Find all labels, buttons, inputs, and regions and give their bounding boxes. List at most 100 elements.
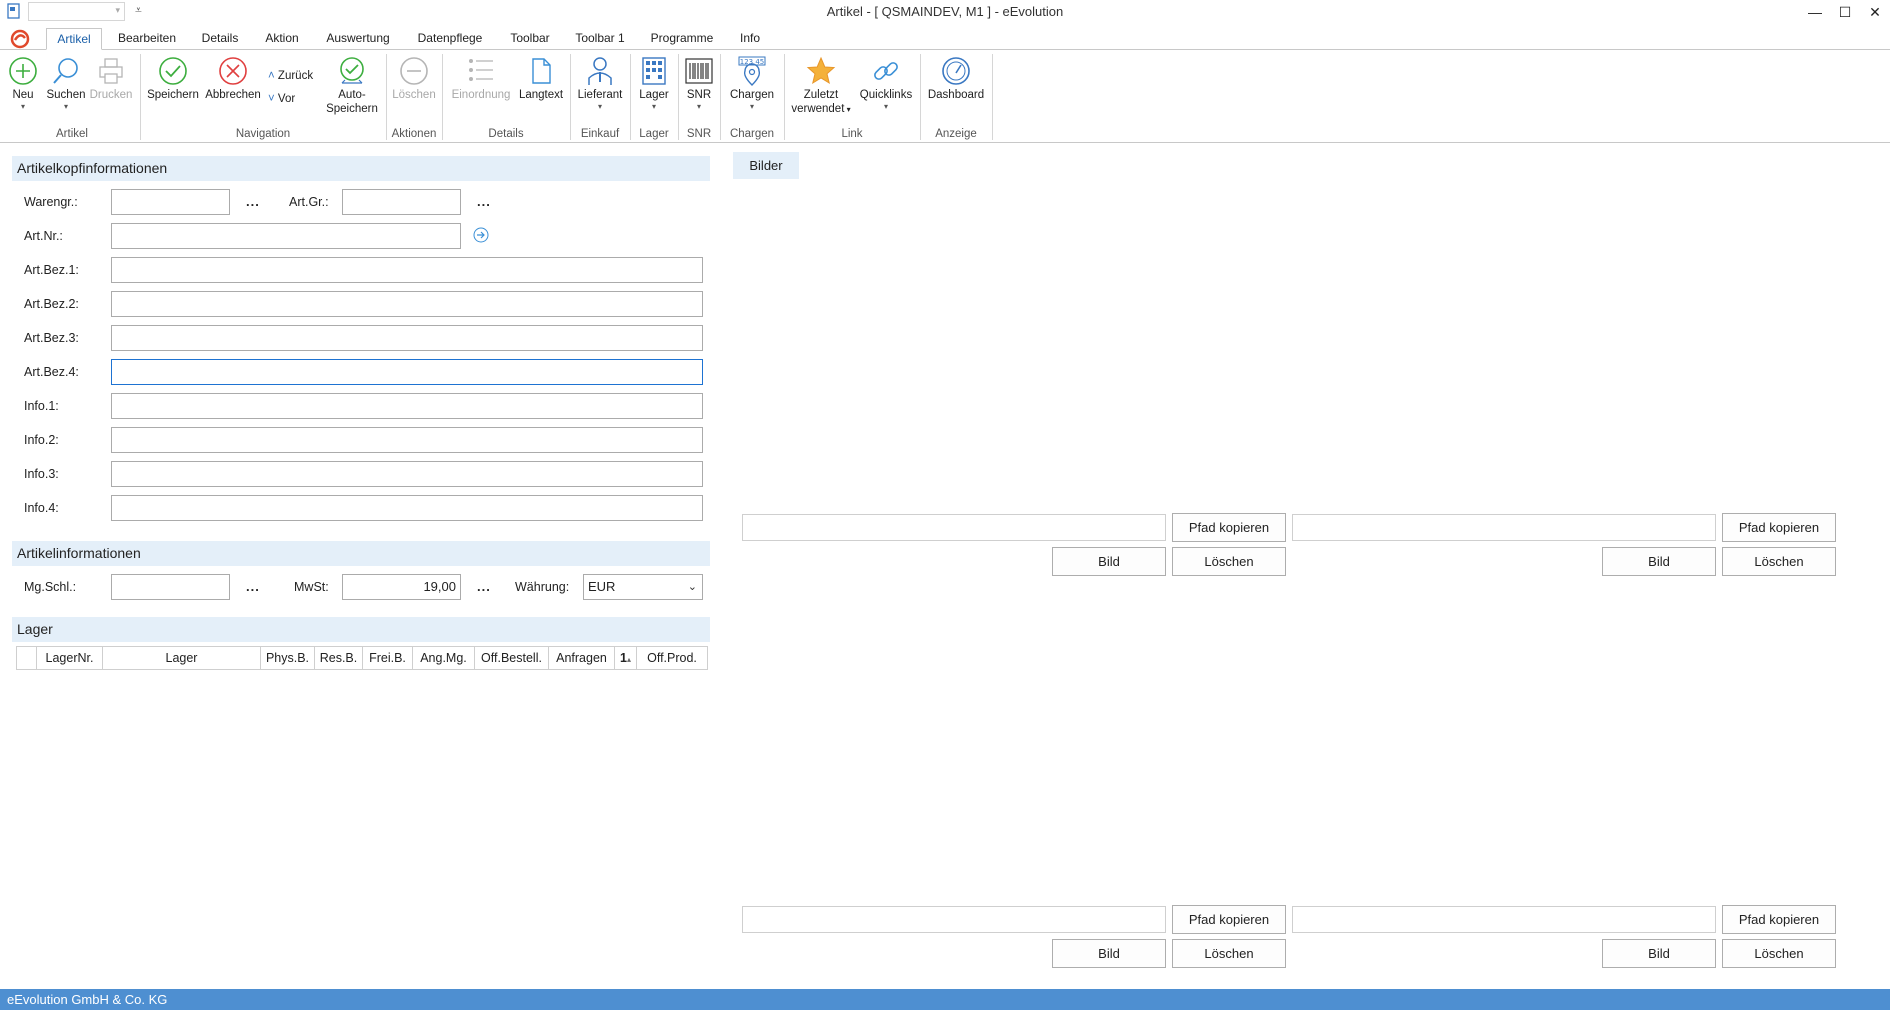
group-label-navigation: Navigation xyxy=(235,128,291,140)
vor-button[interactable]: ˅ Vor xyxy=(268,93,295,105)
image-path-field-2[interactable] xyxy=(1292,514,1716,541)
waehrung-select[interactable]: EUR ⌄ xyxy=(583,574,703,600)
loeschen-button-1[interactable]: Löschen xyxy=(1172,547,1286,576)
loeschen-ribbon-button[interactable]: Löschen xyxy=(390,56,438,102)
chargen-button[interactable]: 123 45 Chargen ▾ xyxy=(724,56,780,112)
warengr-browse-button[interactable]: ... xyxy=(246,194,260,209)
image-path-field-1[interactable] xyxy=(742,514,1166,541)
loeschen-button-3[interactable]: Löschen xyxy=(1172,939,1286,968)
speichern-button[interactable]: Speichern xyxy=(146,56,200,102)
mwst-browse-button[interactable]: ... xyxy=(477,579,491,594)
bez1-input[interactable] xyxy=(111,257,703,283)
column-header-resb[interactable]: Res.B. xyxy=(315,647,363,669)
label-bez4: Art.Bez.4: xyxy=(24,365,79,379)
pfad-kopieren-button-4[interactable]: Pfad kopieren xyxy=(1722,905,1836,934)
info2-input[interactable] xyxy=(111,427,703,453)
maximize-button[interactable]: ☐ xyxy=(1830,0,1860,24)
eevolution-logo-icon[interactable] xyxy=(10,29,30,49)
tab-bearbeiten[interactable]: Bearbeiten xyxy=(112,28,182,50)
tab-aktion[interactable]: Aktion xyxy=(258,28,306,50)
einordnung-button[interactable]: Einordnung xyxy=(446,56,516,102)
title-bar: ▾ ⩡ Artikel - [ QSMAINDEV, M1 ] - eEvolu… xyxy=(0,0,1890,24)
chevron-down-icon: ▾ xyxy=(696,102,701,111)
tab-details[interactable]: Details xyxy=(196,28,244,50)
column-header-sort[interactable]: 1▴ xyxy=(615,647,637,669)
bez3-input[interactable] xyxy=(111,325,703,351)
column-header-angmg[interactable]: Ang.Mg. xyxy=(413,647,475,669)
dashboard-gauge-icon xyxy=(942,57,970,85)
bild-button-4[interactable]: Bild xyxy=(1602,939,1716,968)
minimize-button[interactable]: — xyxy=(1800,0,1830,24)
bez4-input[interactable] xyxy=(111,359,703,385)
label-waehrung: Währung: xyxy=(515,580,570,594)
bild-button-1[interactable]: Bild xyxy=(1052,547,1166,576)
document-icon xyxy=(532,58,551,84)
column-header-physb[interactable]: Phys.B. xyxy=(261,647,315,669)
pfad-kopieren-button-2[interactable]: Pfad kopieren xyxy=(1722,513,1836,542)
zurueck-button[interactable]: ˄ Zurück xyxy=(268,70,313,82)
loeschen-button-4[interactable]: Löschen xyxy=(1722,939,1836,968)
artnr-input[interactable] xyxy=(111,223,461,249)
chevron-down-icon: ▾ xyxy=(651,102,656,111)
image-path-field-4[interactable] xyxy=(1292,906,1716,933)
close-button[interactable]: ✕ xyxy=(1860,0,1890,24)
bez2-input[interactable] xyxy=(111,291,703,317)
column-header-lagernr[interactable]: LagerNr. xyxy=(37,647,103,669)
mgschl-input[interactable] xyxy=(111,574,230,600)
loeschen-button-2[interactable]: Löschen xyxy=(1722,547,1836,576)
tab-auswertung[interactable]: Auswertung xyxy=(320,28,396,50)
tab-toolbar[interactable]: Toolbar xyxy=(504,28,556,50)
quicklinks-button[interactable]: Quicklinks ▾ xyxy=(856,56,916,112)
snr-button[interactable]: SNR ▾ xyxy=(682,56,716,112)
group-label-einkauf: Einkauf xyxy=(580,128,620,140)
ribbon-tabs: Artikel Bearbeiten Details Aktion Auswer… xyxy=(0,28,1890,50)
lager-button[interactable]: Lager ▾ xyxy=(634,56,674,112)
image-path-field-3[interactable] xyxy=(742,906,1166,933)
column-header-offbestell[interactable]: Off.Bestell. xyxy=(475,647,549,669)
label-bez3: Art.Bez.3: xyxy=(24,331,79,345)
warengr-input[interactable] xyxy=(111,189,230,215)
section-header-lager: Lager xyxy=(12,617,710,642)
column-header-freib[interactable]: Frei.B. xyxy=(363,647,413,669)
langtext-button[interactable]: Langtext xyxy=(516,56,566,102)
grid-corner xyxy=(17,647,37,669)
chevron-down-icon: ⌄ xyxy=(687,581,697,593)
mgschl-browse-button[interactable]: ... xyxy=(246,579,260,594)
label-mwst: MwSt: xyxy=(294,580,329,594)
tab-datenpflege[interactable]: Datenpflege xyxy=(410,28,490,50)
mwst-input[interactable]: 19,00 xyxy=(342,574,461,600)
auto-speichern-button[interactable]: Auto- Speichern xyxy=(322,56,382,116)
artgr-browse-button[interactable]: ... xyxy=(477,194,491,209)
neu-button[interactable]: Neu ▾ xyxy=(6,56,40,112)
arrow-right-circle-icon[interactable] xyxy=(473,227,489,243)
label-mgschl: Mg.Schl.: xyxy=(24,580,77,594)
zuletzt-verwendet-button[interactable]: Zuletzt verwendet ▾ xyxy=(786,56,856,117)
dashboard-button[interactable]: Dashboard xyxy=(924,56,988,102)
pfad-kopieren-button-3[interactable]: Pfad kopieren xyxy=(1172,905,1286,934)
search-icon xyxy=(53,58,78,84)
group-label-chargen: Chargen xyxy=(729,128,775,140)
pfad-kopieren-button-1[interactable]: Pfad kopieren xyxy=(1172,513,1286,542)
abbrechen-button[interactable]: Abbrechen xyxy=(204,56,262,102)
tab-programme[interactable]: Programme xyxy=(644,28,720,50)
tab-toolbar-1[interactable]: Toolbar 1 xyxy=(570,28,630,50)
bild-button-2[interactable]: Bild xyxy=(1602,547,1716,576)
artgr-input[interactable] xyxy=(342,189,461,215)
drucken-button[interactable]: Drucken xyxy=(88,56,134,102)
column-header-anfragen[interactable]: Anfragen xyxy=(549,647,615,669)
info3-input[interactable] xyxy=(111,461,703,487)
info1-input[interactable] xyxy=(111,393,703,419)
suchen-button[interactable]: Suchen ▾ xyxy=(44,56,88,112)
barcode-icon xyxy=(685,58,713,84)
chevron-down-icon: ▾ xyxy=(844,105,851,114)
tab-info[interactable]: Info xyxy=(734,28,766,50)
tab-artikel[interactable]: Artikel xyxy=(46,28,102,50)
info4-input[interactable] xyxy=(111,495,703,521)
bild-button-3[interactable]: Bild xyxy=(1052,939,1166,968)
lieferant-button[interactable]: Lieferant ▾ xyxy=(574,56,626,112)
column-header-offprod[interactable]: Off.Prod. xyxy=(637,647,707,669)
chevron-down-icon: ▾ xyxy=(883,102,888,111)
tab-bilder[interactable]: Bilder xyxy=(733,152,799,179)
column-header-lager[interactable]: Lager xyxy=(103,647,261,669)
chevron-down-icon: ▾ xyxy=(63,102,68,111)
